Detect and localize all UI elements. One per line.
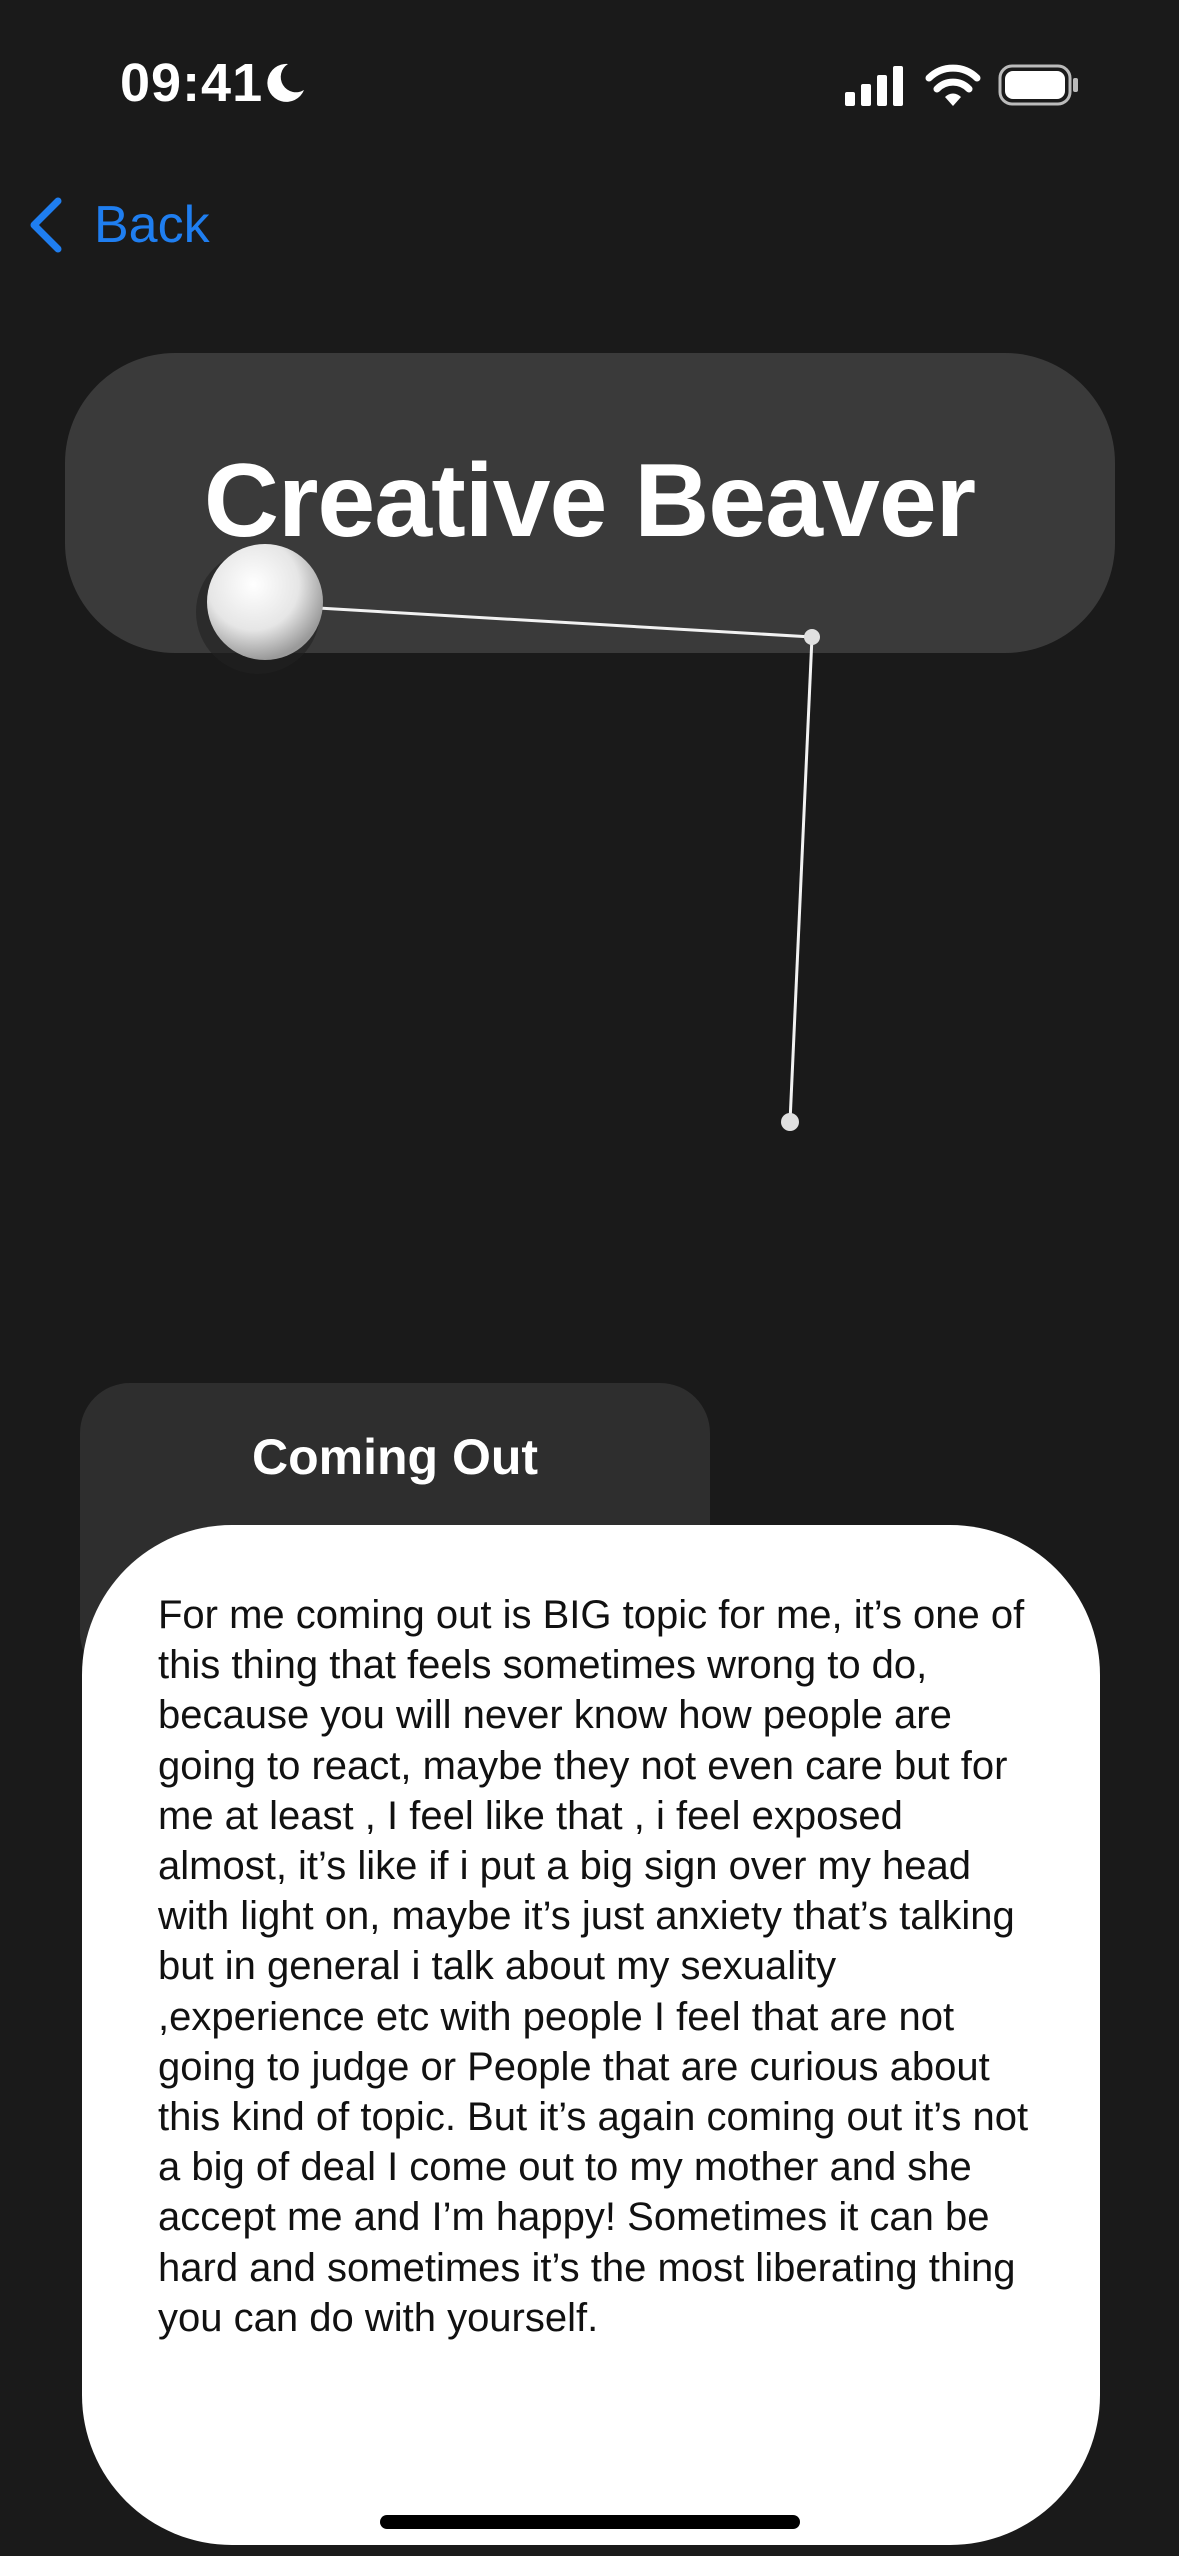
status-bar: 09:41 [0, 0, 1179, 170]
back-label: Back [94, 196, 210, 254]
chevron-left-icon [30, 197, 62, 253]
rope-anchor[interactable] [781, 1113, 799, 1131]
battery-icon [998, 64, 1078, 106]
moon-icon [267, 63, 304, 102]
home-indicator[interactable] [380, 2515, 800, 2529]
rope-segment [788, 636, 814, 1123]
page-title: Creative Beaver [203, 443, 976, 559]
back-button[interactable]: Back [26, 190, 210, 260]
topic-title: Coming Out [251, 1429, 539, 1485]
wifi-icon [925, 64, 981, 106]
cellular-signal-icon [845, 66, 903, 106]
story-text: For me coming out is BIG topic for me, i… [158, 1593, 1029, 2340]
status-time: 09:41 [120, 53, 264, 113]
